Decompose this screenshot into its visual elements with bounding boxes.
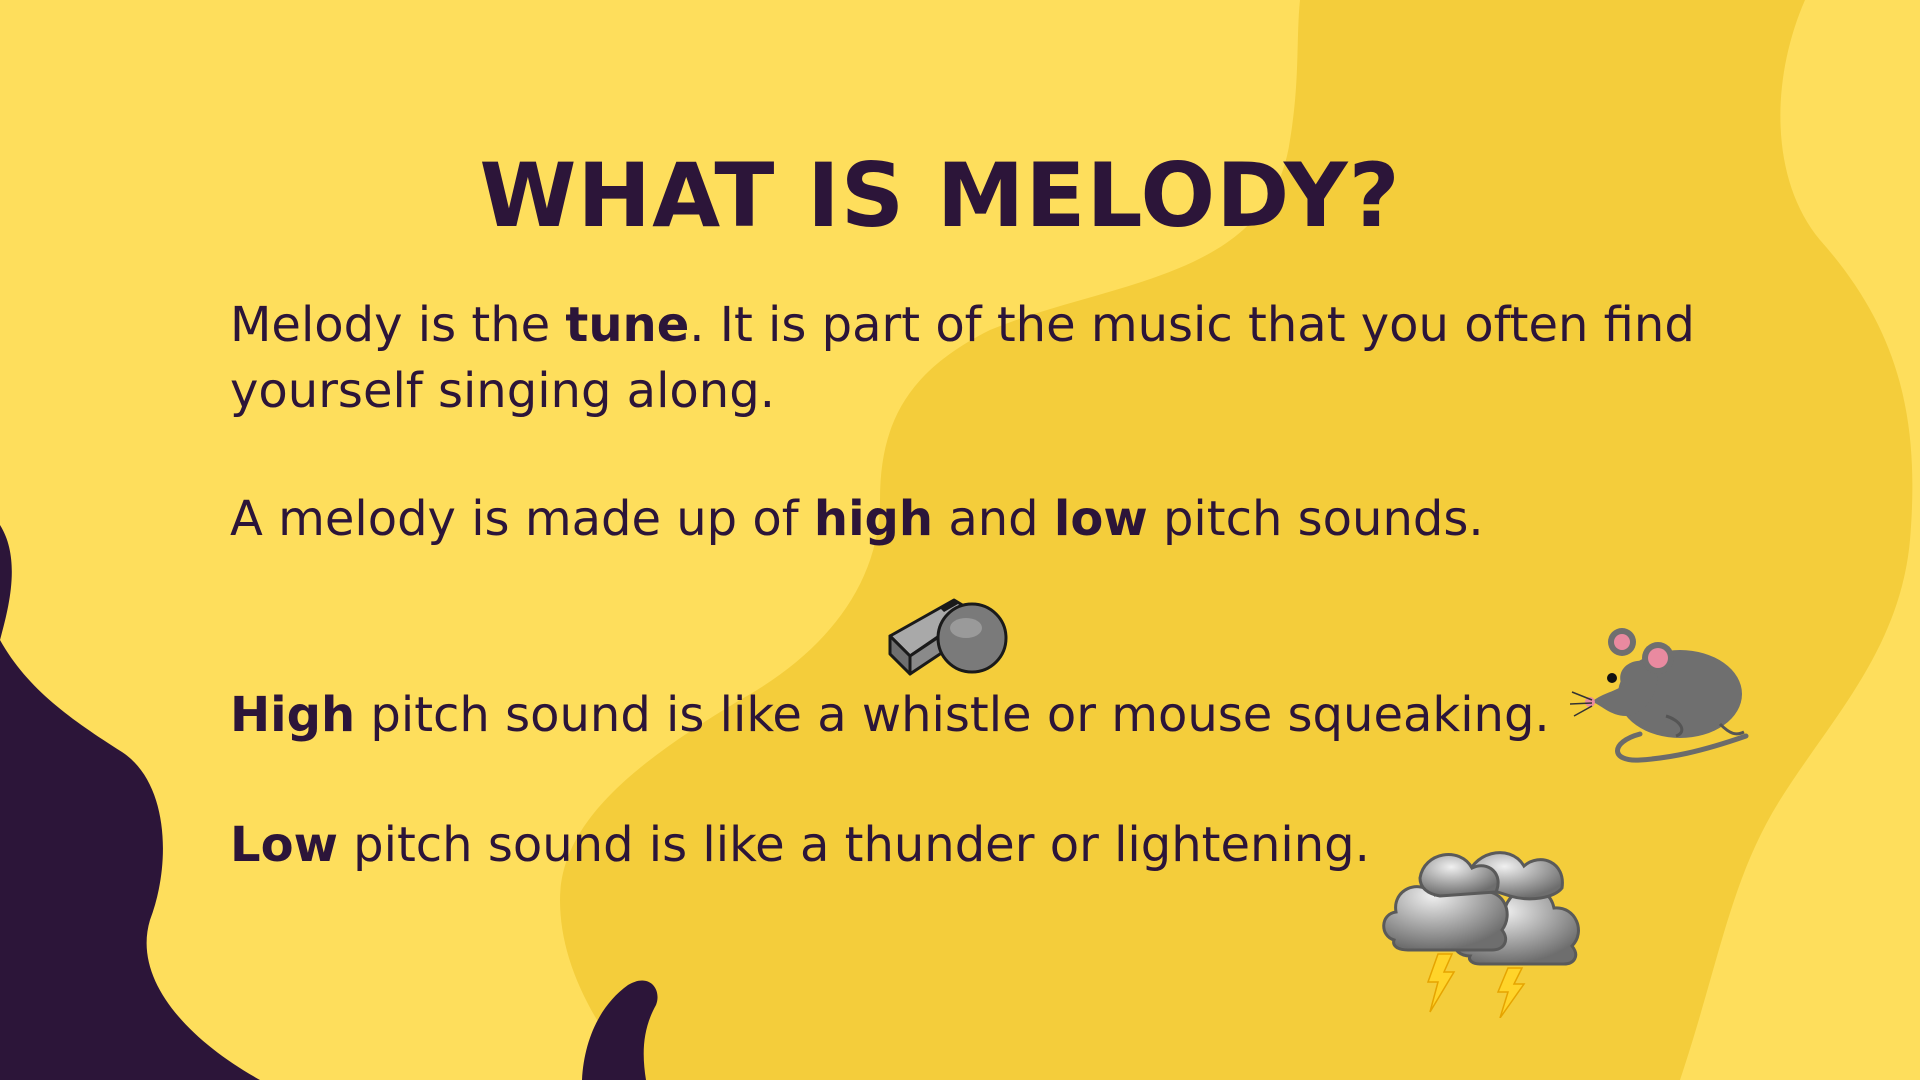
text: A melody is made up of xyxy=(230,491,814,547)
slide-title: WHAT IS MELODY? xyxy=(479,144,1401,247)
bold-term-high: high xyxy=(813,491,934,547)
paragraph-high-pitch: High pitch sound is like a whistle or mo… xyxy=(230,682,1550,748)
bold-term-low-pitch: Low xyxy=(230,817,338,873)
slide: WHAT IS MELODY? Melody is the tune. It i… xyxy=(0,0,1920,1080)
bold-term-high-pitch: High xyxy=(230,687,356,743)
dark-wave-shape xyxy=(0,525,260,1080)
paragraph-definition: Melody is the tune. It is part of the mu… xyxy=(230,292,1695,424)
text: pitch sound is like a thunder or lighten… xyxy=(337,817,1370,873)
text: pitch sounds. xyxy=(1147,491,1484,547)
storm-cloud-icon xyxy=(1382,851,1580,1018)
bold-term-low: low xyxy=(1053,491,1148,547)
paragraph-low-pitch: Low pitch sound is like a thunder or lig… xyxy=(230,812,1370,878)
whistle-icon xyxy=(888,598,1008,676)
text: Melody is the xyxy=(230,297,566,353)
text: . It is part of the music that you often… xyxy=(689,297,1695,353)
text: and xyxy=(933,491,1054,547)
bold-term-tune: tune xyxy=(565,297,690,353)
paragraph-high-low: A melody is made up of high and low pitc… xyxy=(230,486,1484,552)
mouse-icon xyxy=(1570,628,1749,763)
text: yourself singing along. xyxy=(230,363,775,419)
text: pitch sound is like a whistle or mouse s… xyxy=(355,687,1550,743)
